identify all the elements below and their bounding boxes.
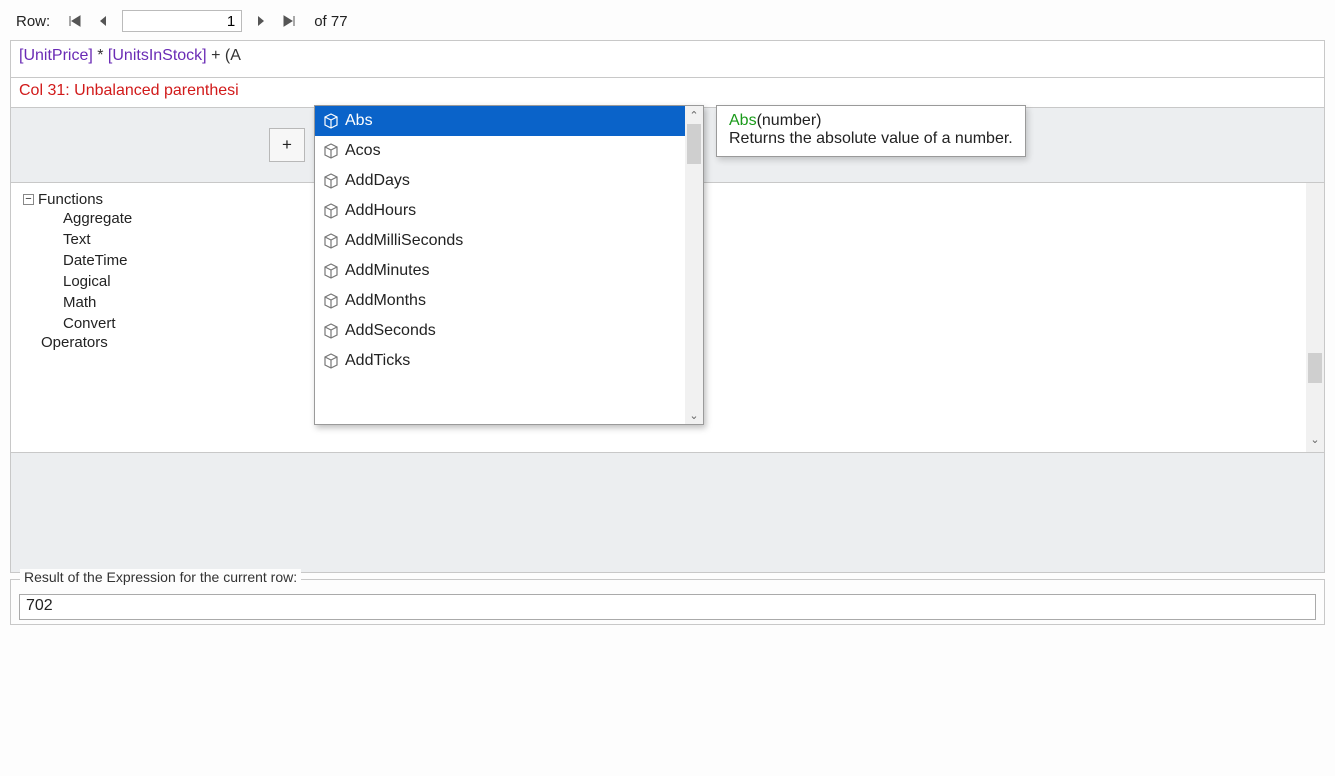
error-message: Col 31: Unbalanced parenthesi — [10, 78, 1325, 108]
tree-scrollbar[interactable]: ⌄ — [1306, 183, 1324, 452]
autocomplete-item[interactable]: AddDays — [315, 166, 685, 196]
result-value: 702 — [19, 594, 1316, 620]
cube-icon — [323, 323, 339, 339]
first-icon[interactable] — [66, 12, 84, 30]
autocomplete-label: AddSeconds — [345, 322, 436, 340]
result-label: Result of the Expression for the current… — [20, 569, 301, 585]
scroll-down-icon[interactable]: ⌄ — [689, 406, 698, 424]
autocomplete-item[interactable]: AddMonths — [315, 286, 685, 316]
next-icon[interactable] — [252, 12, 270, 30]
autocomplete-label: AddTicks — [345, 352, 410, 370]
result-group: Result of the Expression for the current… — [10, 579, 1325, 625]
autocomplete-label: AddMonths — [345, 292, 426, 310]
autocomplete-item[interactable]: AddMinutes — [315, 256, 685, 286]
cube-icon — [323, 263, 339, 279]
autocomplete-label: AddMilliSeconds — [345, 232, 463, 250]
cube-icon — [323, 353, 339, 369]
expr-token: [UnitsInStock] — [108, 47, 207, 64]
cube-icon — [323, 143, 339, 159]
autocomplete-item[interactable]: AddTicks — [315, 346, 685, 376]
autocomplete-item[interactable]: AddMilliSeconds — [315, 226, 685, 256]
cube-icon — [323, 293, 339, 309]
scroll-thumb[interactable] — [687, 124, 701, 164]
autocomplete-popup: Abs Acos AddDays AddHours AddMilliSeconds Add… — [314, 105, 704, 425]
expr-token: [UnitPrice] — [19, 47, 93, 64]
autocomplete-label: AddMinutes — [345, 262, 430, 280]
tooltip-description: Returns the absolute value of a number. — [729, 130, 1013, 148]
cube-icon — [323, 203, 339, 219]
cube-icon — [323, 233, 339, 249]
autocomplete-label: AddDays — [345, 172, 410, 190]
autocomplete-label: Abs — [345, 112, 373, 130]
expression-input[interactable]: [UnitPrice] * [UnitsInStock] + (A — [10, 40, 1325, 78]
operator-button[interactable]: + — [269, 128, 305, 162]
autocomplete-item[interactable]: AddSeconds — [315, 316, 685, 346]
row-of-label: of 77 — [314, 13, 347, 30]
description-panel — [10, 453, 1325, 573]
cube-icon — [323, 113, 339, 129]
autocomplete-item[interactable]: Acos — [315, 136, 685, 166]
collapse-icon[interactable]: − — [23, 194, 34, 205]
autocomplete-item[interactable]: Abs — [315, 106, 685, 136]
row-navigator: Row: of 77 — [10, 8, 1325, 40]
cube-icon — [323, 173, 339, 189]
row-label: Row: — [16, 13, 50, 30]
row-input[interactable] — [122, 10, 242, 32]
prev-icon[interactable] — [94, 12, 112, 30]
scroll-thumb[interactable] — [1308, 353, 1322, 383]
scroll-up-icon[interactable]: ⌃ — [689, 106, 698, 124]
expr-token: + (A — [207, 47, 241, 64]
autocomplete-label: AddHours — [345, 202, 416, 220]
tooltip-fn-name: Abs — [729, 112, 757, 129]
expr-token: * — [93, 47, 108, 64]
autocomplete-item[interactable]: AddHours — [315, 196, 685, 226]
last-icon[interactable] — [280, 12, 298, 30]
function-tooltip: Abs(number) Returns the absolute value o… — [716, 105, 1026, 157]
autocomplete-label: Acos — [345, 142, 381, 160]
tooltip-signature: (number) — [757, 112, 822, 129]
autocomplete-scrollbar[interactable]: ⌃ ⌄ — [685, 106, 703, 424]
scroll-down-icon[interactable]: ⌄ — [1310, 433, 1319, 446]
